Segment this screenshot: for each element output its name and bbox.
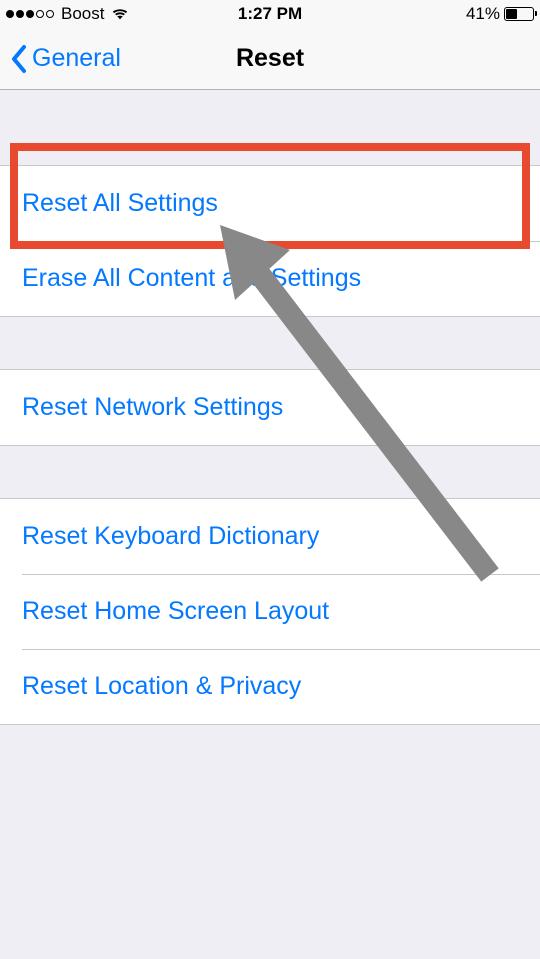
- reset-home-screen-layout-row[interactable]: Reset Home Screen Layout: [0, 574, 540, 649]
- status-time: 1:27 PM: [238, 4, 302, 24]
- reset-location-privacy-row[interactable]: Reset Location & Privacy: [0, 649, 540, 724]
- reset-keyboard-dictionary-row[interactable]: Reset Keyboard Dictionary: [0, 499, 540, 574]
- status-bar: Boost 1:27 PM 41%: [0, 0, 540, 28]
- settings-group-2: Reset Network Settings: [0, 369, 540, 446]
- settings-group-3: Reset Keyboard Dictionary Reset Home Scr…: [0, 498, 540, 725]
- carrier-label: Boost: [61, 4, 104, 24]
- page-title: Reset: [236, 44, 304, 73]
- row-label: Reset Home Screen Layout: [22, 597, 329, 626]
- row-label: Reset Location & Privacy: [22, 672, 301, 701]
- settings-group-1: Reset All Settings Erase All Content and…: [0, 165, 540, 317]
- status-right: 41%: [466, 4, 534, 24]
- battery-icon: [504, 7, 534, 21]
- back-button[interactable]: General: [10, 44, 121, 74]
- group-spacer: [0, 446, 540, 498]
- row-label: Reset Network Settings: [22, 393, 283, 422]
- row-label: Erase All Content and Settings: [22, 264, 361, 293]
- group-spacer: [0, 317, 540, 369]
- nav-bar: General Reset: [0, 28, 540, 90]
- row-label: Reset All Settings: [22, 189, 218, 218]
- reset-network-settings-row[interactable]: Reset Network Settings: [0, 370, 540, 445]
- row-label: Reset Keyboard Dictionary: [22, 522, 319, 551]
- signal-strength-icon: [6, 10, 54, 18]
- status-left: Boost: [6, 4, 129, 24]
- battery-percent-label: 41%: [466, 4, 500, 24]
- back-label: General: [32, 44, 121, 73]
- wifi-icon: [111, 7, 129, 21]
- group-spacer: [0, 90, 540, 165]
- reset-all-settings-row[interactable]: Reset All Settings: [0, 166, 540, 241]
- erase-all-content-row[interactable]: Erase All Content and Settings: [0, 241, 540, 316]
- chevron-left-icon: [10, 44, 28, 74]
